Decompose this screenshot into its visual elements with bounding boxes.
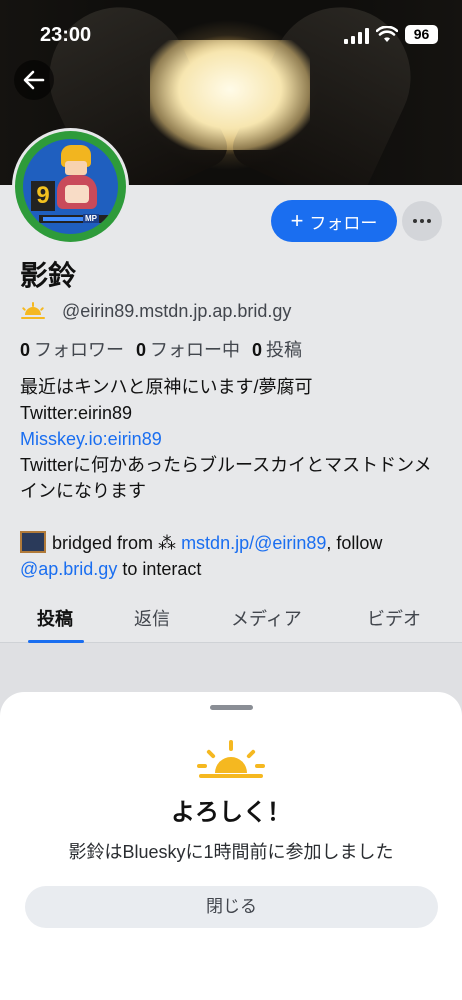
sunrise-icon: [197, 740, 265, 778]
followers-stat[interactable]: 0 フォロワー: [20, 336, 124, 362]
plus-icon: +: [290, 208, 304, 233]
arrow-left-icon: [23, 70, 45, 90]
avatar-image: 9 MP: [23, 139, 118, 234]
avatar-ring: 9 MP: [15, 131, 126, 242]
tab-replies[interactable]: 返信: [134, 605, 170, 631]
status-bar: 23:00 96: [0, 24, 462, 50]
follow-button[interactable]: + フォロー: [271, 200, 397, 242]
bio-line: Twitter:eirin89: [20, 403, 133, 423]
close-button[interactable]: 閉じる: [25, 886, 438, 928]
profile-stats: 0 フォロワー 0 フォロー中 0 投稿: [20, 336, 302, 362]
avatar-level-number: 9: [31, 181, 55, 211]
more-options-button[interactable]: [402, 201, 442, 241]
sheet-subtitle: 影鈴はBlueskyに1時間前に参加しました: [68, 842, 394, 862]
bio-link[interactable]: Misskey.io:eirin89: [20, 426, 445, 452]
back-button[interactable]: [14, 60, 54, 100]
banner-heart-light: [150, 40, 310, 150]
sheet-grabber[interactable]: [210, 705, 253, 710]
bridge-follow-link[interactable]: @ap.brid.gy: [20, 559, 117, 579]
sunrise-icon: [21, 302, 45, 319]
welcome-sheet: よろしく！ 影鈴はBlueskyに1時間前に参加しました 閉じる: [0, 692, 462, 1000]
follow-button-label: フォロー: [309, 213, 378, 233]
posts-stat: 0 投稿: [252, 340, 303, 360]
more-dots-icon: [413, 219, 417, 223]
tab-videos[interactable]: ビデオ: [367, 605, 421, 631]
profile-tabs: 投稿 返信 メディア ビデオ: [0, 597, 462, 643]
sheet-title: よろしく！: [171, 799, 291, 826]
following-stat[interactable]: 0 フォロー中: [136, 336, 240, 362]
bio-line: 最近はキンハと原神にいます/夢腐可: [20, 377, 313, 397]
profile-bio: 最近はキンハと原神にいます/夢腐可 Twitter:eirin89 Misske…: [20, 374, 445, 504]
battery-indicator: 96: [405, 25, 438, 44]
handle-row: @eirin89.mstdn.jp.ap.brid.gy: [20, 299, 291, 323]
bridged-source-image: [20, 531, 46, 553]
tab-media[interactable]: メディア: [231, 605, 302, 631]
tab-posts[interactable]: 投稿: [37, 605, 73, 631]
avatar[interactable]: 9 MP: [12, 128, 129, 245]
bio-line: Twitterに何かあったらブルースカイとマストドンメインになります: [20, 455, 432, 501]
bridged-notice: bridged from ⁂ mstdn.jp/@eirin89, follow…: [20, 531, 383, 579]
status-time: 23:00: [40, 24, 92, 46]
profile-handle: @eirin89.mstdn.jp.ap.brid.gy: [62, 300, 292, 321]
display-name: 影鈴: [20, 260, 77, 291]
bridged-source-link[interactable]: mstdn.jp/@eirin89: [181, 533, 326, 553]
avatar-badge: MP: [83, 214, 99, 223]
wifi-icon: [376, 26, 398, 42]
cellular-signal-icon: [344, 28, 370, 44]
